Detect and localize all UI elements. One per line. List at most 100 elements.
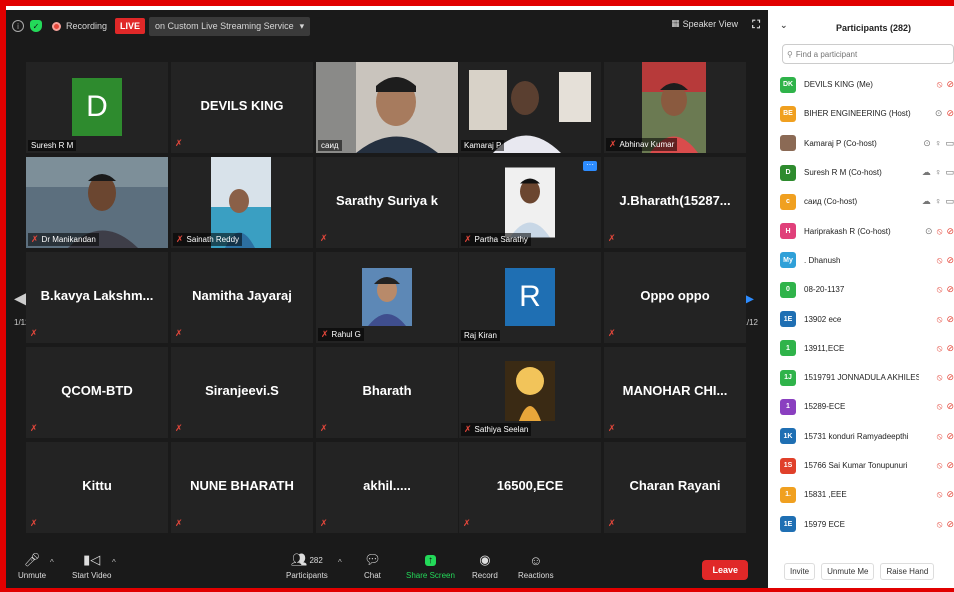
tile-label: ✗ Rahul G <box>318 328 364 341</box>
video-tile[interactable]: ✗ Dr Manikandan <box>26 157 168 248</box>
more-options-button[interactable]: ··· <box>583 161 597 171</box>
security-shield-icon[interactable]: ✓ <box>30 20 42 32</box>
video-tile[interactable]: Bharath ✗ <box>316 347 458 438</box>
participant-row[interactable]: 1 15289-ECE ⦸ ⊘ <box>770 392 954 421</box>
participant-name: 08-20-1137 <box>804 285 845 295</box>
video-tile[interactable]: ✗ Abhinav Kumar <box>604 62 746 153</box>
video-tile[interactable]: R Raj Kiran <box>459 252 601 343</box>
participant-name: Kamaraj P (Co-host) <box>804 138 877 148</box>
participant-name: 13911,ECE <box>804 343 845 353</box>
start-video-button[interactable]: ▮◁ Start Video <box>72 552 111 580</box>
meeting-top-bar: i ✓ Recording LIVE on Custom Live Stream… <box>6 10 768 42</box>
record-button[interactable]: ◉ Record <box>472 552 498 580</box>
tile-label: Suresh R M <box>28 140 77 151</box>
video-tile[interactable]: B.kavya Lakshm... ✗ <box>26 252 168 343</box>
reactions-label: Reactions <box>518 571 554 580</box>
participant-row[interactable]: H Hariprakash R (Co-host) ⊙ ⦸ ⊘ <box>770 216 954 245</box>
participant-row[interactable]: Kamaraj P (Co-host) ⊙ ♀ ▭ <box>770 129 954 158</box>
chevron-down-icon[interactable]: ⌄ <box>780 20 788 31</box>
tile-name: J.Bharath(15287... <box>619 193 731 208</box>
find-participant-input[interactable] <box>795 49 946 59</box>
video-options-chevron-icon[interactable]: ^ <box>112 558 116 567</box>
participant-row[interactable]: My . Dhanush ⦸ ⊘ <box>770 246 954 275</box>
video-tile[interactable]: QCOM-BTD ✗ <box>26 347 168 438</box>
mic-muted-icon: ✗ <box>464 424 472 434</box>
info-icon[interactable]: i <box>12 20 24 32</box>
participant-row[interactable]: 1E 15979 ECE ⦸ ⊘ <box>770 509 954 538</box>
chevron-down-icon: ▾ <box>299 20 305 31</box>
participant-row[interactable]: 1. 15831 ,EEE ⦸ ⊘ <box>770 480 954 509</box>
camera-off-icon: ⊘ <box>946 342 954 353</box>
participant-avatar: 0 <box>780 281 796 298</box>
participant-row[interactable]: с саид (Co-host) ☁ ♀ ▭ <box>770 187 954 216</box>
participant-row[interactable]: BE BIHER ENGINEERING (Host) ⊙ ⊘ <box>770 99 954 128</box>
participants-button[interactable]: 👥︎ 282 Participants <box>286 552 328 580</box>
live-stream-dropdown[interactable]: on Custom Live Streaming Service ▾ <box>149 16 311 36</box>
participant-row[interactable]: 1S 15766 Sai Kumar Tonupunuri ⦸ ⊘ <box>770 451 954 480</box>
camera-off-icon: ⊘ <box>946 460 954 470</box>
fullscreen-icon[interactable]: ⛶ <box>752 19 760 32</box>
video-tile[interactable]: ✗ Sathiya Seelan <box>459 347 601 438</box>
participant-status: ⦸ ⊘ <box>937 343 954 354</box>
participant-row[interactable]: 1J 1519791 JONNADULA AKHILES... ⦸ ⊘ <box>770 363 954 392</box>
video-tile[interactable]: MANOHAR CHI... ✗ <box>604 347 746 438</box>
mic-muted-icon: ✗ <box>321 329 329 339</box>
participant-row[interactable]: 1E 13902 ece ⦸ ⊘ <box>770 304 954 333</box>
speaker-view-button[interactable]: ▦ Speaker View <box>671 18 738 29</box>
mic-icon: ♀ <box>934 137 942 148</box>
participant-avatar: 1E <box>780 516 796 533</box>
participant-row[interactable]: 0 08-20-1137 ⦸ ⊘ <box>770 275 954 304</box>
mic-muted-icon: ⦸ <box>936 460 943 470</box>
mic-muted-icon: ✗ <box>30 423 38 433</box>
mic-muted-icon: ✗ <box>175 518 183 528</box>
participant-row[interactable]: 1K 15731 konduri Ramyadeepthi ⦸ ⊘ <box>770 422 954 451</box>
tile-label: ✗ Dr Manikandan <box>28 233 99 246</box>
participant-row[interactable]: DK DEVILS KING (Me) ⦸ ⊘ <box>770 70 954 99</box>
find-participant-field[interactable]: ⚲ <box>782 44 954 64</box>
participant-row[interactable]: D Suresh R M (Co-host) ☁ ♀ ▭ <box>770 158 954 187</box>
invite-button[interactable]: Invite <box>784 562 816 580</box>
share-screen-button[interactable]: ↑ Share Screen <box>406 552 455 580</box>
video-tile[interactable]: Kittu ✗ <box>26 442 168 533</box>
reactions-button[interactable]: ☺ Reactions <box>518 552 554 581</box>
participant-status: ☁ ♀ ▭ <box>922 196 954 207</box>
video-tile[interactable]: ✗ Sainath Reddy <box>171 157 313 248</box>
participants-options-chevron-icon[interactable]: ^ <box>338 558 342 567</box>
microphone-muted-icon: 🎤︎ <box>23 552 41 567</box>
video-tile[interactable]: Namitha Jayaraj ✗ <box>171 252 313 343</box>
chat-button[interactable]: 💬︎ Chat <box>364 552 381 580</box>
camera-off-icon: ⊘ <box>946 225 954 236</box>
video-tile[interactable]: Oppo oppo ✗ <box>604 252 746 343</box>
video-tile[interactable]: NUNE BHARATH ✗ <box>171 442 313 533</box>
camera-icon: ▭ <box>945 167 954 178</box>
video-tile-active-speaker[interactable]: Kamaraj P <box>459 62 601 153</box>
video-tile[interactable]: Siranjeevi.S ✗ <box>171 347 313 438</box>
video-tile[interactable]: D Suresh R M <box>26 62 168 153</box>
participant-avatar: 1J <box>780 369 796 386</box>
unmute-button[interactable]: 🎤︎ Unmute <box>18 552 46 580</box>
audio-options-chevron-icon[interactable]: ^ <box>50 558 54 567</box>
participant-avatar: DK <box>780 76 796 93</box>
video-tile[interactable]: DEVILS KING ✗ <box>171 62 313 153</box>
video-tile[interactable]: ··· ✗ Partha Sarathy <box>459 157 601 248</box>
video-tile[interactable]: ✗ Rahul G <box>316 252 458 343</box>
leave-button[interactable]: Leave <box>702 560 748 580</box>
tile-name: Namitha Jayaraj <box>192 288 292 303</box>
participant-row[interactable]: 1 13911,ECE ⦸ ⊘ <box>770 334 954 363</box>
tile-label: Kamaraj P <box>461 140 505 151</box>
participant-status: ☁ ♀ ▭ <box>922 167 954 178</box>
mic-muted-icon: ✗ <box>30 328 38 338</box>
participant-name: BIHER ENGINEERING (Host) <box>804 109 911 119</box>
video-tile[interactable]: саид <box>316 62 458 153</box>
tile-name: akhil..... <box>363 478 411 493</box>
tile-label-text: Partha Sarathy <box>474 235 528 244</box>
video-tile[interactable]: akhil..... ✗ <box>316 442 458 533</box>
tile-label: ✗ Abhinav Kumar <box>606 138 678 151</box>
unmute-me-button[interactable]: Unmute Me <box>821 562 875 580</box>
video-tile[interactable]: Sarathy Suriya k ✗ <box>316 157 458 248</box>
video-tile[interactable]: Charan Rayani ✗ <box>604 442 746 533</box>
live-badge[interactable]: LIVE <box>115 18 146 34</box>
video-tile[interactable]: 16500,ECE ✗ <box>459 442 601 533</box>
video-tile[interactable]: J.Bharath(15287... ✗ <box>604 157 746 248</box>
raise-hand-button[interactable]: Raise Hand <box>880 562 935 580</box>
